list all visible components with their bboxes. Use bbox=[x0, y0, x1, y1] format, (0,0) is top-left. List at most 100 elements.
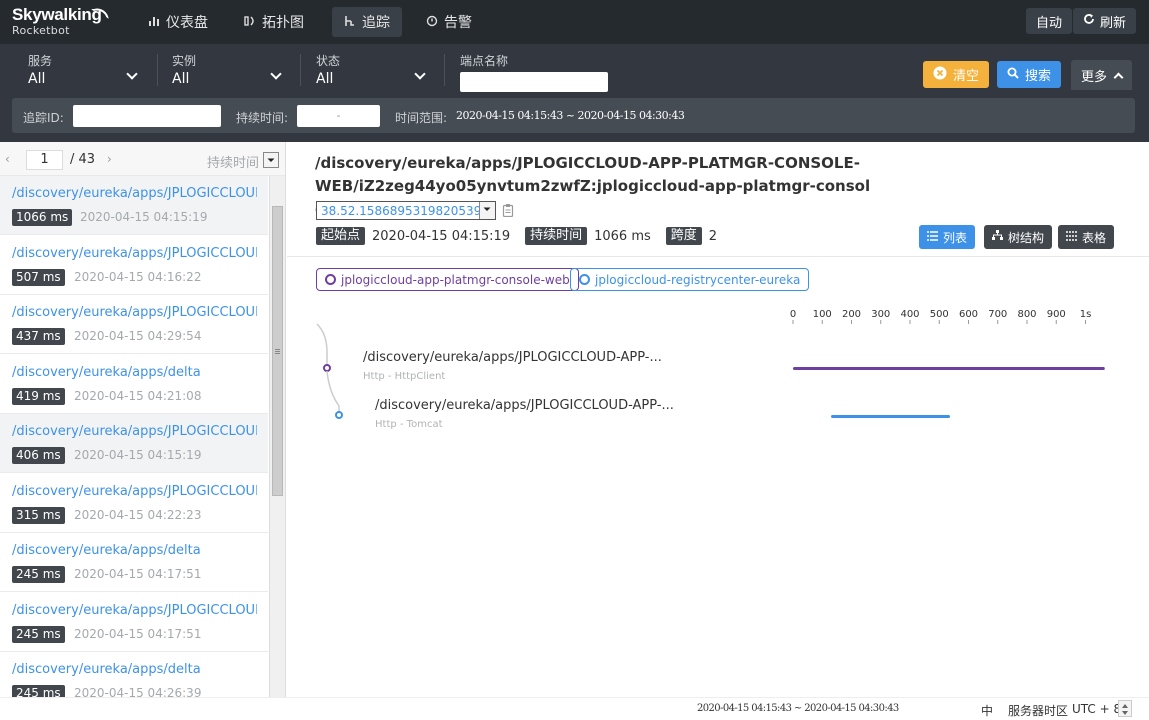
trace-list-item[interactable]: /discovery/eureka/apps/JPLOGICCLOUD-APP-… bbox=[0, 474, 268, 533]
trace-endpoint-link[interactable]: /discovery/eureka/apps/JPLOGICCLOUD-APP-… bbox=[12, 603, 257, 618]
footer: 2020-04-15 04:15:43 ~ 2020-04-15 04:30:4… bbox=[0, 697, 1149, 720]
scrollbar[interactable] bbox=[269, 176, 285, 720]
span-bar[interactable] bbox=[793, 367, 1105, 370]
timezone-value[interactable]: UTC + 8 bbox=[1072, 702, 1121, 716]
trace-list-item[interactable]: /discovery/eureka/apps/JPLOGICCLOUD-APP-… bbox=[0, 593, 268, 652]
trace-endpoint-link[interactable]: /discovery/eureka/apps/JPLOGICCLOUD-APP-… bbox=[12, 186, 257, 201]
axis-tick-label: 0 bbox=[790, 309, 796, 320]
endpoint-label: 端点名称 bbox=[460, 54, 509, 68]
search-button[interactable]: 搜索 bbox=[997, 61, 1062, 88]
auto-refresh-label: 自动 bbox=[1036, 15, 1063, 31]
sort-dropdown-button[interactable] bbox=[263, 152, 279, 168]
trace-id-select[interactable]: 38.52.15868953198205391 bbox=[316, 201, 496, 220]
service-name: jplogiccloud-app-platmgr-console-web bbox=[341, 272, 570, 287]
time-range-value[interactable]: 2020-04-15 04:15:43 ~ 2020-04-15 04:30:4… bbox=[456, 109, 685, 122]
trace-detail-panel: /discovery/eureka/apps/JPLOGICCLOUD-APP-… bbox=[287, 142, 1149, 697]
trace-endpoint-link[interactable]: /discovery/eureka/apps/delta bbox=[12, 365, 257, 380]
service-select[interactable]: 服务 All bbox=[28, 52, 140, 87]
filter-bar: 服务 All 实例 All 状态 All 端点名称 清空 搜索 更多 追踪ID: bbox=[0, 44, 1149, 142]
instance-select[interactable]: 实例 All bbox=[172, 52, 284, 87]
search-label: 搜索 bbox=[1025, 69, 1052, 84]
axis-tick-label: 700 bbox=[988, 309, 1007, 320]
nav-alarm[interactable]: 告警 bbox=[414, 7, 484, 37]
endpoint-input[interactable] bbox=[460, 72, 608, 92]
chevron-up-icon bbox=[1113, 72, 1124, 82]
footer-time-range: 2020-04-15 04:15:43 ~ 2020-04-15 04:30:4… bbox=[697, 703, 899, 714]
page-input[interactable]: 1 bbox=[26, 150, 63, 170]
nav-trace-label: 追踪 bbox=[362, 15, 390, 31]
logo-subtext: Rocketbot bbox=[12, 24, 70, 37]
service-select-value: All bbox=[28, 71, 46, 87]
table-view-button[interactable]: 表格 bbox=[1058, 225, 1115, 249]
service-circle-icon bbox=[325, 274, 336, 285]
trace-endpoint-link[interactable]: /discovery/eureka/apps/delta bbox=[12, 543, 257, 558]
span-bar[interactable] bbox=[831, 415, 951, 418]
stepper-down-icon bbox=[1122, 711, 1128, 715]
next-page-icon[interactable]: › bbox=[107, 152, 112, 166]
more-button[interactable]: 更多 bbox=[1071, 60, 1133, 90]
nav-topology[interactable]: 拓扑图 bbox=[232, 7, 316, 37]
prev-page-icon[interactable]: ‹ bbox=[5, 152, 10, 166]
refresh-button[interactable]: 刷新 bbox=[1073, 8, 1137, 34]
language-toggle[interactable]: 中 bbox=[981, 702, 993, 719]
clear-button[interactable]: 清空 bbox=[923, 61, 990, 88]
trace-duration-badge: 406 ms bbox=[12, 447, 65, 464]
service-legend-console-web[interactable]: jplogiccloud-app-platmgr-console-web bbox=[316, 268, 579, 291]
trace-meta: 起始点 2020-04-15 04:15:19 持续时间 1066 ms 跨度 … bbox=[316, 227, 717, 245]
trace-start-time: 2020-04-15 04:15:19 bbox=[80, 210, 208, 224]
copy-icon[interactable] bbox=[502, 203, 514, 220]
tree-view-button[interactable]: 树结构 bbox=[984, 225, 1053, 249]
topology-icon bbox=[244, 15, 256, 30]
axis-tick-label: 800 bbox=[1017, 309, 1036, 320]
trace-start-time: 2020-04-15 04:21:08 bbox=[74, 388, 202, 403]
service-select-label: 服务 bbox=[28, 54, 53, 68]
timeline-axis: 0 100 200 300 400 500 600 700 800 900 1s bbox=[790, 309, 1092, 324]
table-icon bbox=[1066, 230, 1077, 244]
nav-trace[interactable]: 追踪 bbox=[332, 7, 402, 37]
duration-label: 持续时间: bbox=[236, 111, 289, 125]
trace-endpoint-link[interactable]: /discovery/eureka/apps/JPLOGICCLOUD-APP-… bbox=[12, 484, 257, 499]
endpoint-filter: 端点名称 bbox=[460, 52, 608, 92]
trace-endpoint-link[interactable]: /discovery/eureka/apps/JPLOGICCLOUD-APP-… bbox=[12, 305, 257, 320]
tree-icon bbox=[992, 230, 1003, 244]
sort-select-label[interactable]: 持续时间 bbox=[207, 152, 259, 171]
trace-list-item[interactable]: /discovery/eureka/apps/JPLOGICCLOUD-APP-… bbox=[0, 236, 268, 295]
trace-start-time: 2020-04-15 04:17:51 bbox=[74, 567, 202, 581]
divider bbox=[287, 256, 1149, 257]
trace-duration-badge: 437 ms bbox=[12, 328, 65, 345]
trace-list-item[interactable]: /discovery/eureka/apps/JPLOGICCLOUD-APP-… bbox=[0, 295, 268, 354]
clear-label: 清空 bbox=[953, 69, 980, 84]
nav-topology-label: 拓扑图 bbox=[262, 15, 304, 31]
logo-text: Skywalking bbox=[12, 5, 102, 24]
scrollbar-thumb[interactable] bbox=[272, 206, 283, 496]
list-view-button[interactable]: 列表 bbox=[919, 225, 976, 249]
nav-dashboard[interactable]: 仪表盘 bbox=[136, 7, 220, 37]
trace-list-item[interactable]: /discovery/eureka/apps/JPLOGICCLOUD-APP-… bbox=[0, 414, 268, 473]
span-count-tag: 跨度 bbox=[665, 227, 702, 245]
trace-endpoint-link[interactable]: /discovery/eureka/apps/JPLOGICCLOUD-APP-… bbox=[12, 424, 257, 439]
service-name: jplogiccloud-registrycenter-eureka bbox=[595, 272, 801, 287]
divider bbox=[300, 54, 301, 86]
status-select[interactable]: 状态 All bbox=[316, 52, 428, 87]
trace-list-panel: ‹ 1 / 43 › 持续时间 /discovery/eureka/apps/J… bbox=[0, 142, 286, 720]
timezone-stepper[interactable] bbox=[1118, 700, 1132, 717]
trace-id-input[interactable] bbox=[73, 105, 221, 127]
duration-input[interactable]: - bbox=[297, 105, 380, 127]
trace-list-item[interactable]: /discovery/eureka/apps/delta 419 ms 2020-0… bbox=[0, 355, 268, 414]
service-legend-registrycenter[interactable]: jplogiccloud-registrycenter-eureka bbox=[570, 268, 810, 291]
table-view-label: 表格 bbox=[1082, 230, 1107, 245]
trace-start-time: 2020-04-15 04:16:22 bbox=[74, 269, 202, 284]
start-tag: 起始点 bbox=[316, 227, 366, 245]
auto-refresh-button[interactable]: 自动 bbox=[1026, 8, 1073, 34]
trace-endpoint-link[interactable]: /discovery/eureka/apps/delta bbox=[12, 662, 257, 677]
refresh-icon bbox=[1083, 13, 1095, 29]
trace-id-label: 追踪ID: bbox=[23, 111, 64, 125]
trace-list-item[interactable]: /discovery/eureka/apps/delta 245 ms 2020-0… bbox=[0, 533, 268, 592]
axis-tick-label: 1s bbox=[1080, 309, 1092, 320]
trace-list-item[interactable]: /discovery/eureka/apps/JPLOGICCLOUD-APP-… bbox=[0, 176, 268, 235]
trace-start-time: 2020-04-15 04:15:19 bbox=[74, 448, 202, 462]
axis-tick-label: 100 bbox=[813, 309, 832, 320]
instance-select-value: All bbox=[172, 71, 190, 87]
top-navbar: Skywalking Rocketbot 仪表盘 拓扑图 追踪 告警 自动 刷新 bbox=[0, 0, 1149, 44]
trace-endpoint-link[interactable]: /discovery/eureka/apps/JPLOGICCLOUD-APP-… bbox=[12, 246, 257, 261]
